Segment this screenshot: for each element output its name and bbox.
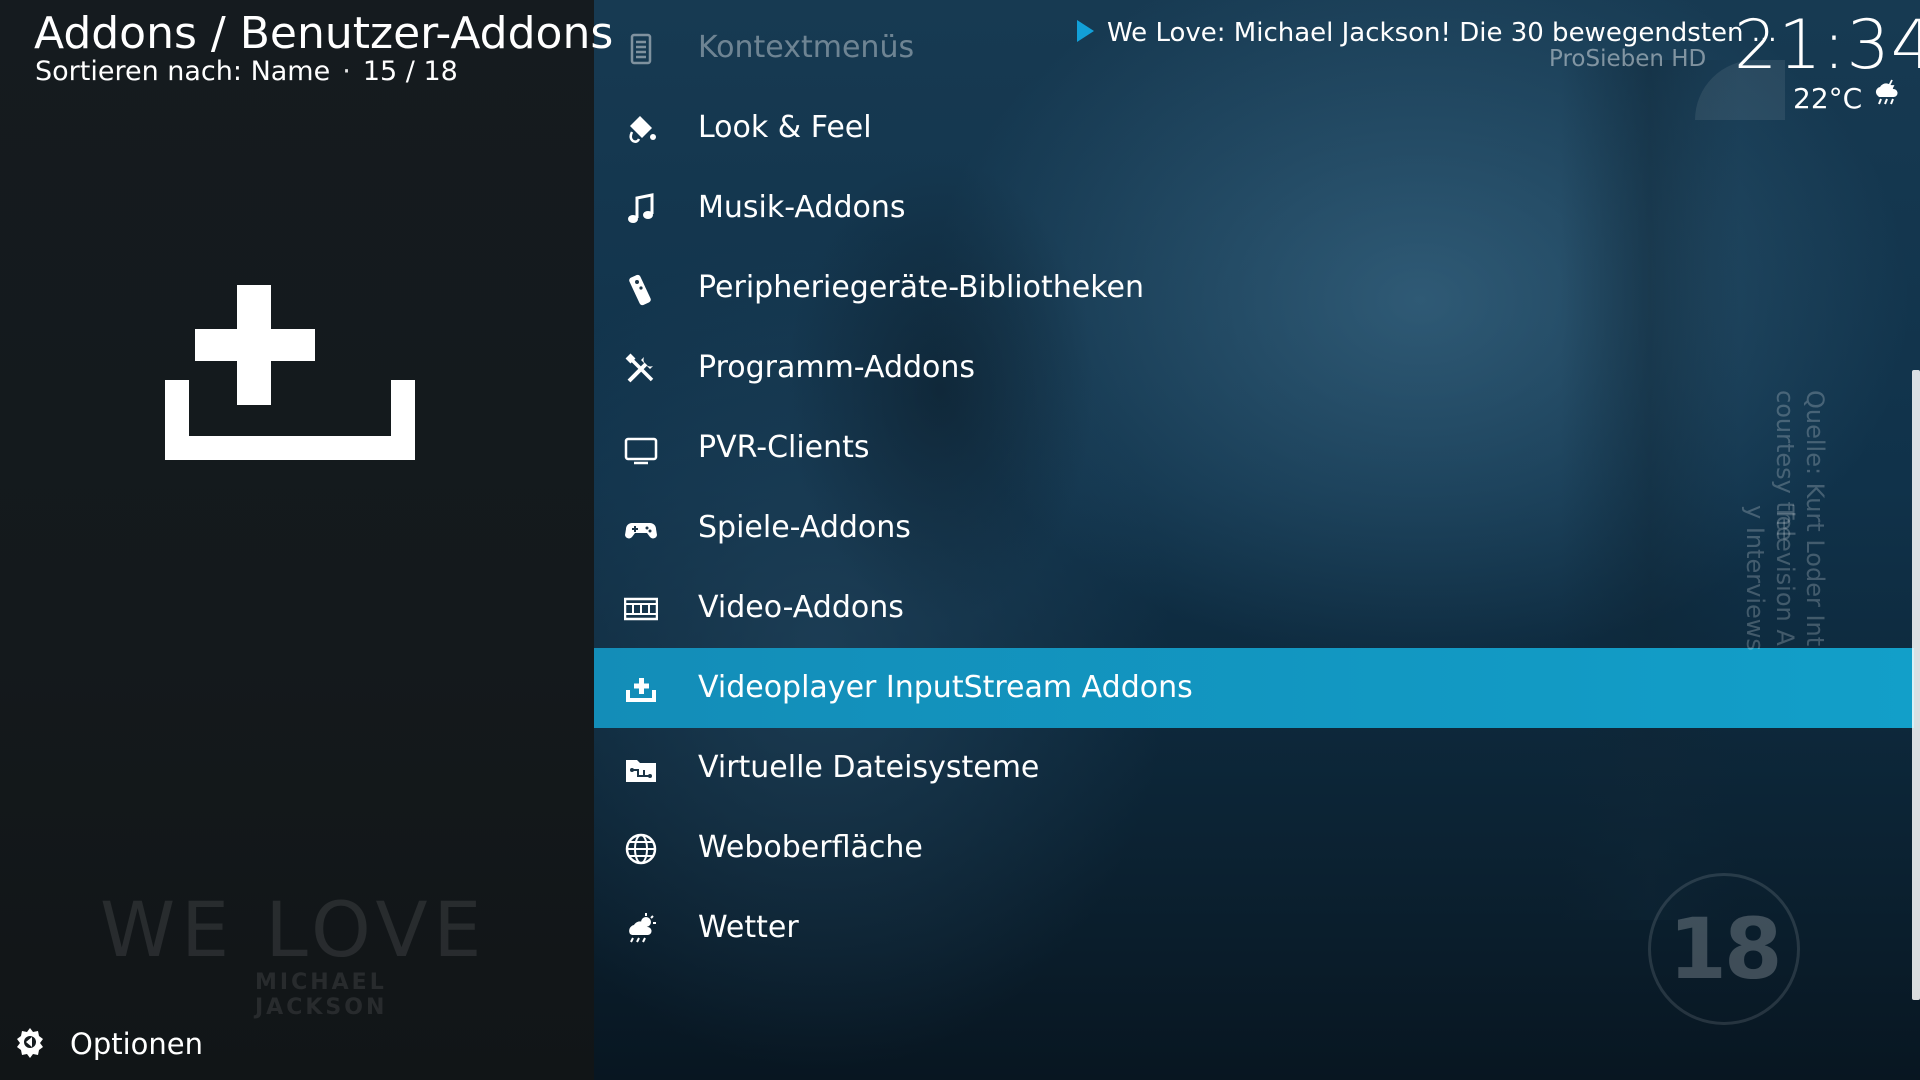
list-item-label: Videoplayer InputStream Addons xyxy=(698,670,1193,705)
left-info-panel: Addons / Benutzer-Addons Sortieren nach:… xyxy=(0,0,613,1080)
list-item-peripheriegeraete[interactable]: Peripheriegeräte-Bibliotheken xyxy=(594,248,1914,328)
list-scrollbar[interactable] xyxy=(1912,370,1920,1000)
list-item-label: Wetter xyxy=(698,910,799,945)
options-button[interactable]: Optionen xyxy=(12,1020,203,1068)
sort-separator: · xyxy=(342,56,351,87)
list-item-label: Musik-Addons xyxy=(698,190,906,225)
watermark-main: WE LOVE xyxy=(100,885,488,974)
film-strip-icon xyxy=(624,592,658,626)
list-item-spiele-addons[interactable]: Spiele-Addons xyxy=(594,488,1914,568)
gamepad-icon xyxy=(624,512,658,546)
clock: 21:34 xyxy=(1734,6,1920,85)
watermark-sub: MICHAEL JACKSON xyxy=(255,970,388,1020)
music-note-icon xyxy=(624,192,658,226)
globe-icon xyxy=(624,832,658,866)
list-item-label: PVR-Clients xyxy=(698,430,870,465)
paint-bucket-icon xyxy=(624,112,658,146)
list-item-virtuelle-dateisysteme[interactable]: Virtuelle Dateisysteme xyxy=(594,728,1914,808)
options-label: Optionen xyxy=(70,1027,204,1061)
age-rating-badge: 18 xyxy=(1648,873,1800,1025)
weather-icon xyxy=(624,912,658,946)
install-addon-icon xyxy=(624,672,658,706)
addon-category-list: Kontextmenüs Look & Feel Musik-Addons Pe… xyxy=(594,8,1914,968)
list-item-label: Kontextmenüs xyxy=(698,30,915,65)
list-item-programm-addons[interactable]: Programm-Addons xyxy=(594,328,1914,408)
options-gear-icon xyxy=(12,1024,48,1064)
cloud-rain-icon xyxy=(1872,78,1902,119)
now-playing-channel: ProSieben HD xyxy=(1549,46,1707,72)
tools-icon xyxy=(624,352,658,386)
list-item-label: Virtuelle Dateisysteme xyxy=(698,750,1040,785)
channel-watermark: WE LOVE MICHAEL JACKSON xyxy=(100,885,520,1021)
list-item-videoplayer-inputstream[interactable]: Videoplayer InputStream Addons xyxy=(594,648,1914,728)
list-item-look-and-feel[interactable]: Look & Feel xyxy=(594,88,1914,168)
filesystem-icon xyxy=(624,752,658,786)
list-item-musik-addons[interactable]: Musik-Addons xyxy=(594,168,1914,248)
list-item-label: Look & Feel xyxy=(698,110,872,145)
list-item-label: Video-Addons xyxy=(698,590,904,625)
list-item-label: Peripheriegeräte-Bibliotheken xyxy=(698,270,1144,305)
list-item-label: Spiele-Addons xyxy=(698,510,911,545)
remote-control-icon xyxy=(624,272,658,306)
sort-label: Sortieren nach: Name xyxy=(35,56,331,87)
sort-info: Sortieren nach: Name · 15 / 18 xyxy=(35,52,458,92)
install-addon-icon xyxy=(165,285,425,470)
context-menu-icon xyxy=(624,32,658,66)
list-item-label: Weboberfläche xyxy=(698,830,923,865)
list-item-pvr-clients[interactable]: PVR-Clients xyxy=(594,408,1914,488)
weather-summary: 22°C xyxy=(1793,78,1902,119)
item-position: 15 / 18 xyxy=(362,56,458,87)
list-item-video-addons[interactable]: Video-Addons xyxy=(594,568,1914,648)
credit-line-1: Quelle: Kurt Loder Int xyxy=(1801,390,1829,647)
temperature: 22°C xyxy=(1793,81,1863,115)
list-item-label: Programm-Addons xyxy=(698,350,976,385)
tv-icon xyxy=(624,432,658,466)
play-icon xyxy=(1075,19,1095,47)
